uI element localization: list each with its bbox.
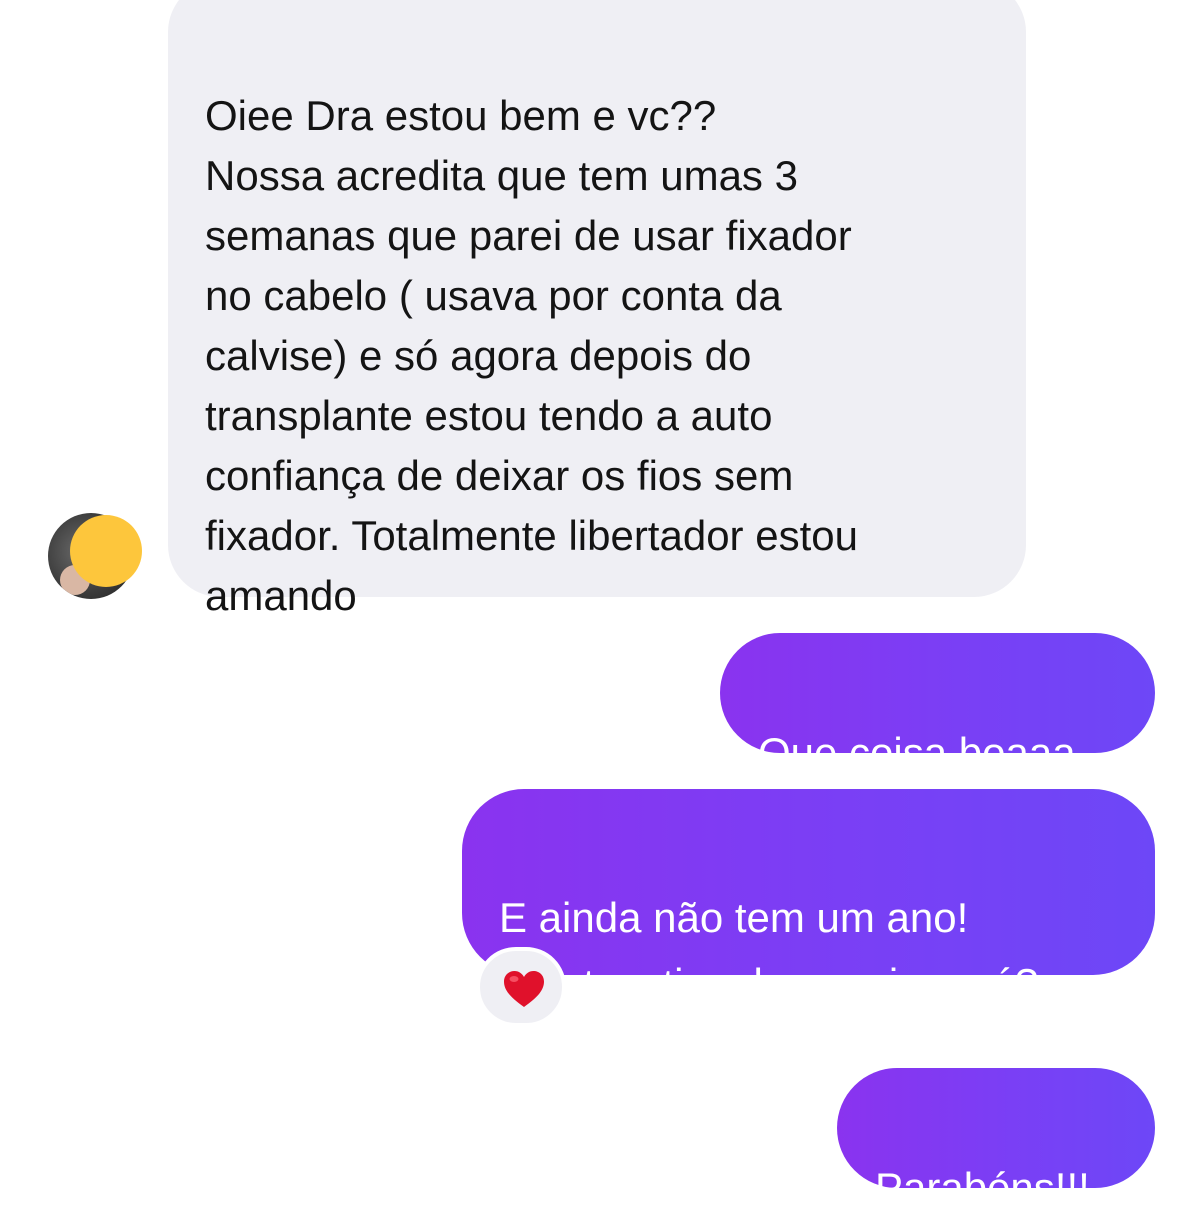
message-text: Que coisa boaaa (758, 729, 1076, 776)
message-reaction[interactable] (476, 947, 566, 1027)
message-text: Oiee Dra estou bem e vc?? Nossa acredita… (205, 92, 858, 619)
outgoing-message-bubble[interactable]: Que coisa boaaa (720, 633, 1155, 776)
incoming-message-bubble[interactable]: Oiee Dra estou bem e vc?? Nossa acredita… (168, 0, 1026, 619)
outgoing-message-bubble[interactable]: Parabéns!!! (837, 1068, 1155, 1211)
message-thread: Oiee Dra estou bem e vc?? Nossa acredita… (0, 0, 1179, 1230)
outgoing-message-bubble[interactable]: E ainda não tem um ano! A autoestima la … (462, 789, 1155, 1007)
avatar-privacy-cover (70, 515, 142, 587)
message-text: E ainda não tem um ano! A autoestima la … (499, 894, 1039, 1007)
heart-icon (504, 971, 544, 1007)
message-text: Parabéns!!! (875, 1164, 1090, 1211)
